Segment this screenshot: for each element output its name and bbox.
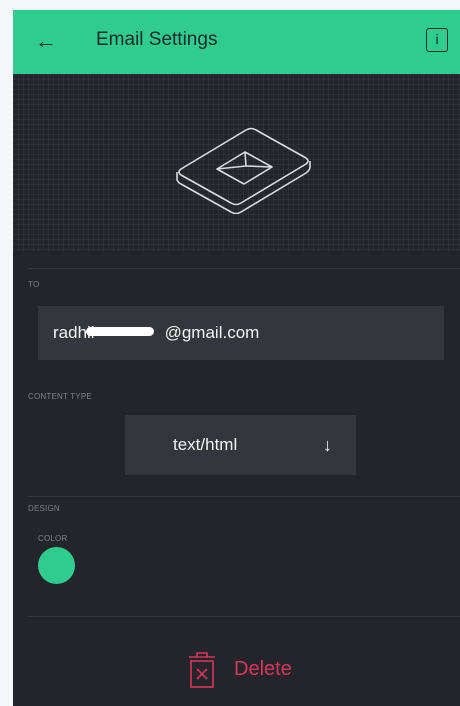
delete-label: Delete [234,658,292,680]
divider [28,268,460,269]
content-type-value: text/html [173,435,238,454]
info-icon[interactable]: i [426,28,448,52]
email-settings-screen: ← Email Settings i TO radhil @gmail.com C… [13,10,460,706]
arrow-left-icon[interactable]: ← [35,30,57,52]
divider [28,616,460,617]
divider [28,496,460,497]
design-section-label: DESIGN [28,504,60,513]
app-bar: ← Email Settings i [13,10,460,74]
hero-banner [13,74,460,252]
email-to-value: radhil @gmail.com [53,323,260,342]
redaction-mark [86,327,154,336]
email-to-field[interactable]: radhil @gmail.com [38,306,444,360]
envelope-tile-icon [176,127,311,214]
color-label: COLOR [38,534,68,543]
content-type-select[interactable]: text/html ↓ [125,415,356,475]
delete-button[interactable]: Delete [187,652,327,688]
to-section-label: TO [28,280,40,289]
arrow-down-icon: ↓ [323,435,332,455]
page-title: Email Settings [96,29,218,50]
content-type-section-label: CONTENT TYPE [28,392,92,401]
color-swatch[interactable] [38,547,75,584]
trash-icon [189,652,215,688]
